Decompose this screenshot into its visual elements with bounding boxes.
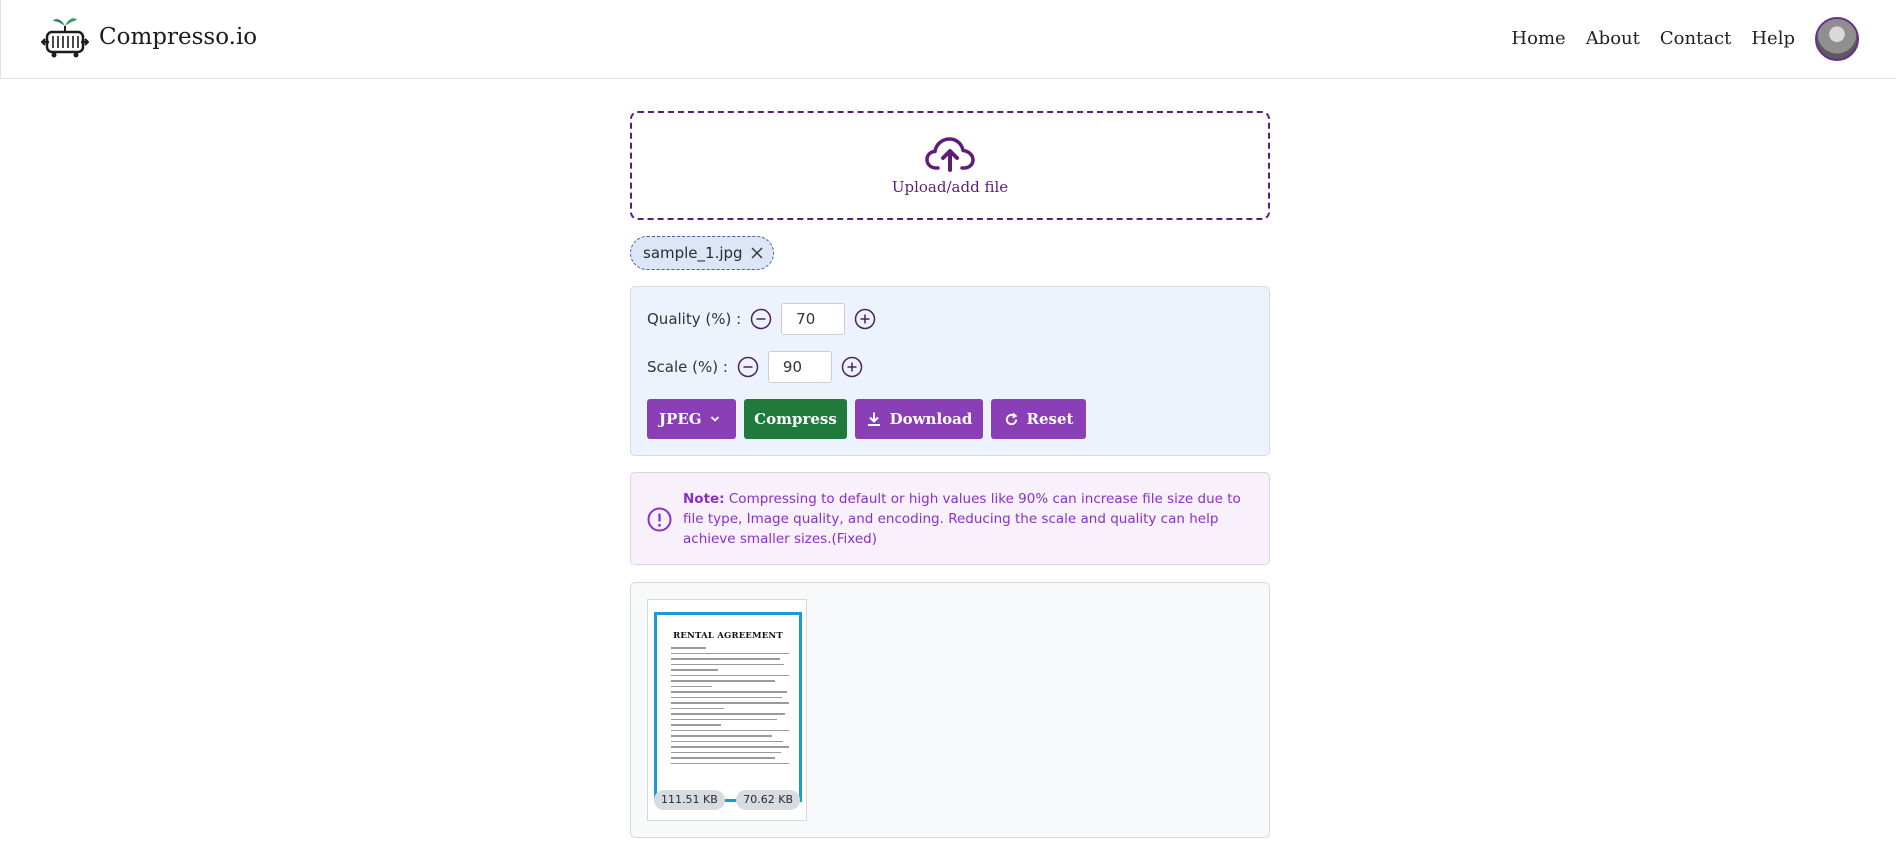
action-buttons: JPEG Compress Download Reset xyxy=(647,399,1094,439)
quality-input[interactable] xyxy=(781,303,846,335)
nav-home[interactable]: Home xyxy=(1511,17,1565,61)
scale-label: Scale (%) : xyxy=(647,358,728,376)
original-size-badge: 111.51 KB xyxy=(654,790,725,810)
image-thumbnail[interactable]: RENTAL AGREEMENT 111.51 KB 70.62 KB xyxy=(647,599,807,821)
quality-minus-icon[interactable] xyxy=(750,308,772,330)
file-chip-name: sample_1.jpg xyxy=(643,244,743,262)
upload-dropzone[interactable]: Upload/add file xyxy=(630,111,1270,220)
settings-panel: Quality (%) : Scale (%) : xyxy=(630,286,1270,456)
preview-panel: RENTAL AGREEMENT 111.51 KB 70.62 KB xyxy=(630,582,1270,838)
file-chip: sample_1.jpg xyxy=(630,236,774,270)
download-button[interactable]: Download xyxy=(855,399,983,439)
document-preview: RENTAL AGREEMENT xyxy=(654,612,802,802)
scale-plus-icon[interactable] xyxy=(841,356,863,378)
download-icon xyxy=(867,412,880,426)
scale-input[interactable] xyxy=(767,351,832,383)
quality-plus-icon[interactable] xyxy=(854,308,876,330)
refresh-icon xyxy=(1005,412,1017,425)
nav-contact[interactable]: Contact xyxy=(1660,17,1731,61)
quality-label: Quality (%) : xyxy=(647,310,742,328)
chevron-down-icon xyxy=(710,416,720,422)
note-text: Note: Compressing to default or high val… xyxy=(683,489,1253,549)
format-select[interactable]: JPEG xyxy=(647,399,736,439)
note-body: Compressing to default or high values li… xyxy=(683,491,1241,547)
compressed-size-badge: 70.62 KB xyxy=(736,790,800,810)
app-name: Compresso.io xyxy=(99,24,258,50)
note-banner: Note: Compressing to default or high val… xyxy=(630,472,1270,565)
top-header: Compresso.io Home About Contact Help xyxy=(0,0,1896,79)
doc-text-lines xyxy=(657,641,799,764)
download-label: Download xyxy=(889,410,973,428)
cloud-upload-icon xyxy=(925,136,975,172)
main-content: Upload/add file sample_1.jpg Quality (%)… xyxy=(630,111,1270,838)
main-nav: Home About Contact Help xyxy=(1491,17,1859,61)
compress-button[interactable]: Compress xyxy=(744,399,847,439)
close-icon[interactable] xyxy=(751,247,763,259)
reset-button[interactable]: Reset xyxy=(991,399,1086,439)
quality-row: Quality (%) : xyxy=(647,303,885,335)
brand[interactable]: Compresso.io xyxy=(41,12,257,62)
user-avatar[interactable] xyxy=(1815,17,1859,61)
nav-about[interactable]: About xyxy=(1586,17,1640,61)
reset-label: Reset xyxy=(1026,410,1074,428)
compress-logo-icon xyxy=(41,18,89,58)
format-selected-label: JPEG xyxy=(659,410,702,428)
nav-help[interactable]: Help xyxy=(1751,17,1795,61)
scale-minus-icon[interactable] xyxy=(737,356,759,378)
alert-circle-icon xyxy=(647,507,672,532)
scale-row: Scale (%) : xyxy=(647,351,872,383)
note-prefix: Note: xyxy=(683,491,725,507)
doc-title: RENTAL AGREEMENT xyxy=(673,631,783,641)
upload-label: Upload/add file xyxy=(891,177,1009,196)
